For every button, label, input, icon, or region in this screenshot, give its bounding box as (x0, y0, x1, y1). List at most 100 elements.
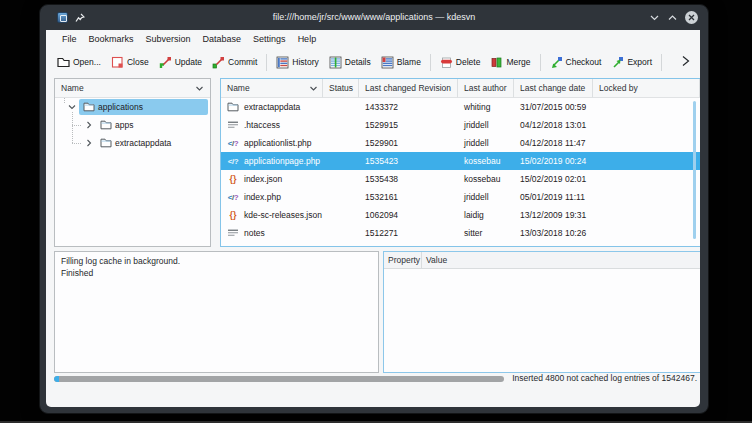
toolbar-separator (661, 54, 662, 71)
close-icon (111, 56, 124, 69)
file-row-applicationlist.php[interactable]: </?applicationlist.php1529901jriddell04/… (221, 134, 700, 152)
file-cell: sitter (458, 228, 514, 238)
details-icon (329, 56, 342, 69)
log-line: Filling log cache in background. (61, 255, 372, 267)
toolbar-button-label: Close (127, 57, 149, 67)
toolbar-button-label: Checkout (566, 57, 602, 67)
column-header-name[interactable]: Name (221, 79, 323, 98)
delete-button[interactable]: Delete (435, 52, 486, 73)
folder-file-icon (227, 101, 239, 113)
php-file-icon: </? (227, 191, 239, 203)
toolbar-button-label: Commit (228, 57, 257, 67)
file-row-extractappdata[interactable]: extractappdata1433372whiting31/07/2015 0… (221, 98, 700, 116)
checkout-button[interactable]: Checkout (545, 52, 607, 73)
column-header-last-author[interactable]: Last author (458, 79, 514, 98)
tree-item-label: applications (98, 102, 143, 112)
sort-arrow-icon[interactable] (309, 84, 318, 93)
text-file-icon (227, 119, 239, 131)
file-row-index.php[interactable]: </?index.php1532161jriddell05/01/2019 11… (221, 188, 700, 206)
file-row-applicationpage.php[interactable]: </?applicationpage.php1535423kossebau15/… (221, 152, 700, 170)
folder-icon (83, 101, 95, 115)
file-cell: laidig (458, 210, 514, 220)
file-list-header: NameStatusLast changed RevisionLast auth… (221, 79, 700, 98)
blame-button[interactable]: Blame (376, 52, 426, 73)
update-icon (159, 56, 172, 69)
toolbar-button-label: History (292, 57, 318, 67)
php-file-icon: </? (227, 137, 239, 149)
file-cell: 13/03/2018 10:26 (514, 228, 593, 238)
close-button[interactable] (685, 11, 698, 24)
open-button[interactable]: Open... (52, 52, 106, 73)
menu-settings[interactable]: Settings (247, 32, 292, 46)
maximize-button[interactable] (667, 12, 678, 23)
tree-header[interactable]: Name (55, 79, 210, 98)
file-name: extractappdata (244, 102, 300, 112)
merge-button[interactable]: Merge (485, 52, 535, 73)
toolbar-button-label: Delete (456, 57, 481, 67)
history-icon (276, 56, 289, 69)
vertical-scrollbar[interactable] (693, 101, 696, 239)
history-button[interactable]: History (271, 52, 323, 73)
file-row-.htaccess[interactable]: .htaccess1529915jriddell04/12/2018 13:01 (221, 116, 700, 134)
json-file-icon: {} (227, 173, 239, 185)
log-line: Finished (61, 267, 372, 279)
toolbar-button-label: Merge (506, 57, 530, 67)
commit-button[interactable]: Commit (207, 52, 262, 73)
file-row-notes[interactable]: notes1512271sitter13/03/2018 10:26 (221, 224, 700, 242)
window-title: file:///home/jr/src/www/www/applications… (100, 12, 648, 22)
kdesvn-window: file:///home/jr/src/www/www/applications… (39, 4, 709, 414)
export-button[interactable]: Export (606, 52, 657, 73)
file-name: applicationpage.php (244, 156, 320, 166)
file-row-index.json[interactable]: {} index.json 1535438kossebau15/02/2019 02… (221, 170, 700, 188)
toolbar-button-label: Update (175, 57, 202, 67)
menu-bookmarks[interactable]: Bookmarks (83, 32, 140, 46)
progress-bar (54, 376, 504, 382)
tree-item-applications[interactable]: applications (55, 98, 210, 116)
toolbar-button-label: Blame (397, 57, 421, 67)
file-cell: 15/02/2019 02:01 (514, 174, 593, 184)
tree-header-label: Name (61, 83, 84, 93)
pin-icon (75, 13, 85, 23)
file-cell: 1535438 (359, 174, 458, 184)
update-button[interactable]: Update (154, 52, 207, 73)
titlebar[interactable]: file:///home/jr/src/www/www/applications… (40, 5, 708, 30)
folder-icon (100, 119, 112, 133)
column-header-locked-by[interactable]: Locked by (593, 79, 700, 98)
file-cell: whiting (458, 102, 514, 112)
file-cell: 1062094 (359, 210, 458, 220)
tree-header-sort-icon[interactable] (195, 84, 204, 93)
column-header-last-change-date[interactable]: Last change date (514, 79, 593, 98)
file-cell: 1529901 (359, 138, 458, 148)
toolbar-button-label: Details (345, 57, 371, 67)
file-cell: 1529915 (359, 120, 458, 130)
file-name: .htaccess (244, 120, 280, 130)
expand-arrow-icon[interactable] (85, 121, 93, 131)
toolbar-button-label: Open... (73, 57, 101, 67)
commit-icon (212, 56, 225, 69)
merge-icon (490, 56, 503, 69)
menu-help[interactable]: Help (292, 32, 323, 46)
file-cell: 05/01/2019 11:11 (514, 192, 593, 202)
file-cell: 04/12/2018 11:47 (514, 138, 593, 148)
value-column-header[interactable]: Value (422, 252, 447, 268)
close-button[interactable]: Close (106, 52, 154, 73)
expand-arrow-icon[interactable] (85, 139, 93, 149)
text-file-icon (227, 227, 239, 239)
file-cell: kossebau (458, 174, 514, 184)
column-header-last-changed-revision[interactable]: Last changed Revision (359, 79, 458, 98)
minimize-button[interactable] (649, 12, 660, 23)
file-cell: jriddell (458, 192, 514, 202)
property-column-header[interactable]: Property (384, 252, 422, 268)
properties-pane: Property Value (383, 251, 700, 373)
menu-subversion[interactable]: Subversion (140, 32, 197, 46)
toolbar-overflow-icon[interactable] (680, 54, 691, 68)
file-name: notes (244, 228, 265, 238)
column-header-status[interactable]: Status (323, 79, 359, 98)
details-button[interactable]: Details (324, 52, 376, 73)
blame-icon (381, 56, 394, 69)
file-row-kde-sc-releases.json[interactable]: {}kde-sc-releases.json1062094laidig13/12… (221, 206, 700, 224)
menu-database[interactable]: Database (197, 32, 248, 46)
file-name: index.json (244, 174, 282, 184)
export-icon (611, 56, 624, 69)
menu-file[interactable]: File (56, 32, 83, 46)
